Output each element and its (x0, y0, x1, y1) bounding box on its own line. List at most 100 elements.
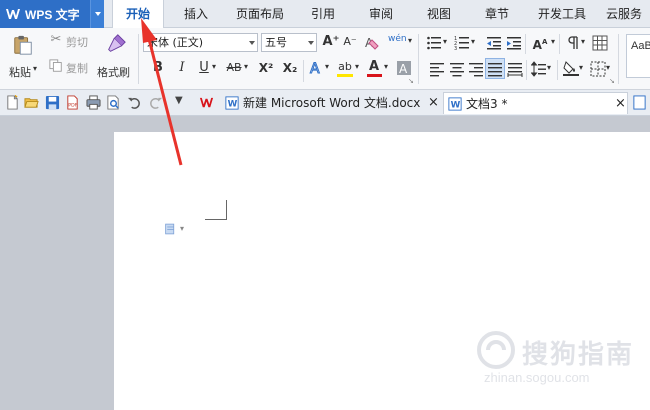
format-painter-icon (108, 34, 126, 52)
paste-dropdown-icon[interactable]: ▾ (33, 64, 37, 73)
phonetic-guide-button[interactable]: wén (388, 34, 407, 44)
export-pdf-icon[interactable]: PDF (65, 95, 80, 110)
show-formatting-marks-icon[interactable] (565, 35, 581, 51)
superscript-button[interactable]: X² (256, 60, 276, 76)
underline-button[interactable]: U (196, 60, 212, 76)
undo-icon[interactable] (127, 95, 142, 110)
phonetic-dropdown-icon[interactable]: ▾ (408, 36, 412, 45)
style-gallery-normal[interactable]: AaB (626, 34, 650, 78)
ribbon-separator (559, 34, 560, 54)
text-effect-icon[interactable]: A (309, 60, 325, 77)
ribbon-separator (557, 60, 558, 80)
grow-font-button[interactable]: A⁺ (321, 34, 341, 50)
document-workspace: ▾ 搜狗指南 zhinan.sogou.com (0, 116, 650, 410)
font-color-button[interactable]: A ▾ (366, 59, 392, 79)
strikethrough-button[interactable]: AB (224, 60, 244, 76)
paste-button[interactable]: 粘贴 ▾ (6, 31, 40, 85)
doc-tab-document3[interactable]: W 文档3 * × (443, 92, 628, 114)
decrease-indent-icon[interactable] (486, 35, 502, 51)
bold-button[interactable]: B (150, 60, 166, 76)
app-menu-dropdown-icon[interactable] (90, 0, 104, 28)
save-icon[interactable] (45, 95, 60, 110)
bullet-list-dropdown-icon[interactable]: ▾ (443, 37, 447, 46)
underline-dropdown-icon[interactable]: ▾ (212, 62, 216, 71)
sogou-watermark: 搜狗指南 zhinan.sogou.com (470, 328, 650, 388)
align-right-icon[interactable] (468, 61, 484, 77)
character-shading-icon[interactable]: A (396, 60, 412, 76)
clear-format-icon[interactable]: A (364, 35, 380, 51)
word-document-icon: W (225, 96, 239, 110)
distributed-align-icon[interactable] (507, 61, 523, 77)
app-menu-button[interactable]: WPS 文字 (0, 0, 104, 28)
tab-page-layout[interactable]: 页面布局 (230, 0, 290, 28)
formatting-marks-dropdown-icon[interactable]: ▾ (581, 37, 585, 46)
shrink-font-button[interactable]: A⁻ (341, 34, 359, 50)
strikethrough-dropdown-icon[interactable]: ▾ (244, 62, 248, 71)
document-page[interactable]: ▾ 搜狗指南 zhinan.sogou.com (114, 132, 650, 410)
font-size-value: 五号 (265, 36, 287, 49)
tab-home[interactable]: 开始 (112, 0, 164, 29)
new-document-icon[interactable] (5, 95, 20, 110)
justify-button[interactable] (485, 58, 505, 79)
close-icon[interactable]: × (428, 92, 439, 114)
wps-brand-icon[interactable] (199, 95, 214, 110)
font-size-combo[interactable]: 五号 (261, 33, 317, 52)
tab-developer[interactable]: 开发工具 (532, 0, 592, 28)
copy-button[interactable]: 复制 (48, 58, 94, 76)
tab-insert[interactable]: 插入 (172, 0, 220, 28)
chevron-down-icon (308, 41, 314, 45)
paragraph-shading-dropdown-icon[interactable]: ▾ (579, 63, 583, 72)
doc-tab-new-word[interactable]: W 新建 Microsoft Word 文档.docx × (222, 92, 442, 114)
svg-text:A: A (399, 62, 408, 76)
change-case-dropdown-icon[interactable]: ▾ (551, 37, 555, 46)
cut-button[interactable]: ✂ 剪切 (48, 32, 94, 50)
subscript-button[interactable]: X₂ (280, 60, 300, 76)
font-dialog-launcher-icon[interactable]: ↘ (408, 77, 414, 85)
tab-cloud[interactable]: 云服务 (600, 0, 648, 28)
borders-dropdown-icon[interactable]: ▾ (606, 63, 610, 72)
tab-review[interactable]: 审阅 (358, 0, 404, 28)
borders-icon[interactable] (590, 61, 606, 77)
svg-text:PDF: PDF (68, 102, 77, 108)
print-icon[interactable] (86, 95, 101, 110)
highlight-dropdown-icon[interactable]: ▾ (355, 62, 359, 71)
line-spacing-dropdown-icon[interactable]: ▾ (547, 63, 551, 72)
ribbon-separator (303, 60, 304, 82)
print-preview-icon[interactable] (106, 95, 121, 110)
font-name-combo[interactable]: 宋体 (正文) (143, 33, 258, 52)
app-title: WPS 文字 (25, 8, 80, 22)
align-left-icon[interactable] (429, 61, 445, 77)
numbered-list-icon[interactable]: 1 2 3 (454, 35, 470, 51)
redo-icon[interactable] (148, 95, 163, 110)
tab-view[interactable]: 视图 (416, 0, 462, 28)
align-justify-icon (488, 63, 502, 77)
style-preview-label: AaB (631, 40, 650, 52)
line-spacing-icon[interactable] (531, 61, 547, 77)
paragraph-shading-icon[interactable] (563, 60, 579, 76)
tab-section[interactable]: 章节 (474, 0, 520, 28)
text-effect-dropdown-icon[interactable]: ▾ (325, 62, 329, 71)
copy-icon (49, 59, 62, 72)
change-case-button[interactable]: AA (529, 34, 551, 53)
watermark-url: zhinan.sogou.com (484, 370, 590, 385)
font-name-value: 宋体 (正文) (147, 36, 204, 49)
close-icon[interactable]: × (615, 93, 626, 115)
bullet-list-icon[interactable] (426, 35, 442, 51)
numbered-list-dropdown-icon[interactable]: ▾ (471, 37, 475, 46)
align-center-icon[interactable] (449, 61, 465, 77)
customize-toolbar-icon[interactable]: ▼ (175, 95, 183, 106)
increase-indent-icon[interactable] (506, 35, 522, 51)
format-painter-button[interactable]: 格式刷 (96, 31, 134, 85)
italic-button[interactable]: I (174, 60, 190, 76)
highlight-color-button[interactable]: ab ▾ (336, 59, 362, 79)
highlight-swatch (337, 74, 353, 77)
font-color-dropdown-icon[interactable]: ▾ (384, 62, 388, 71)
tab-references[interactable]: 引用 (300, 0, 346, 28)
ribbon-tab-bar: WPS 文字 开始 插入 页面布局 引用 审阅 视图 章节 开发工具 云服务 (0, 0, 650, 29)
new-tab-document-icon[interactable] (632, 95, 647, 110)
open-folder-icon[interactable] (24, 95, 39, 110)
paste-options-button[interactable]: ▾ (164, 222, 188, 238)
text-area-corner-mark (205, 200, 227, 220)
paragraph-dialog-launcher-icon[interactable]: ↘ (609, 77, 615, 85)
table-icon[interactable] (592, 35, 608, 51)
